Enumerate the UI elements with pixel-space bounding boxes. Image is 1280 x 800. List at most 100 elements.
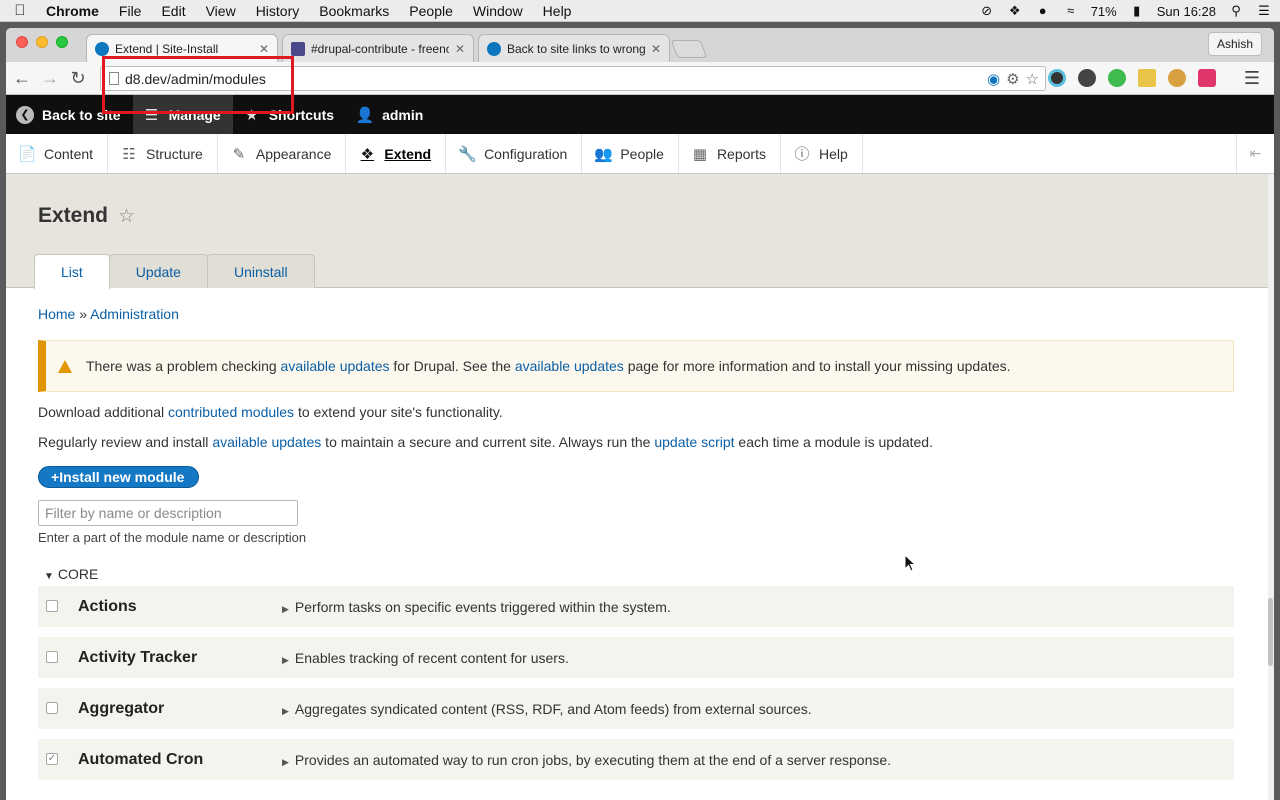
chrome-menu-icon[interactable]: ☰: [1244, 68, 1260, 89]
tab-close-icon[interactable]: ✕: [455, 42, 465, 56]
url-input[interactable]: [125, 69, 965, 88]
admin-menu-extend[interactable]: ❖ Extend: [346, 134, 447, 173]
admin-menu-label: Content: [44, 145, 94, 162]
star-icon: ★: [244, 106, 259, 124]
tab-uninstall[interactable]: Uninstall: [206, 254, 315, 288]
collapse-tray-icon[interactable]: ⇤: [1236, 134, 1274, 173]
page-scrollbar[interactable]: [1268, 174, 1274, 800]
module-description[interactable]: ▶ Provides an automated way to run cron j…: [282, 752, 891, 768]
breadcrumb-home-link[interactable]: Home: [38, 306, 75, 322]
module-checkbox[interactable]: [46, 600, 58, 612]
menu-bookmarks[interactable]: Bookmarks: [309, 3, 399, 19]
cookie-extension-icon[interactable]: [1168, 69, 1186, 87]
clock[interactable]: Sun 16:28: [1157, 4, 1216, 19]
contributed-modules-link[interactable]: contributed modules: [168, 404, 294, 420]
chat-bubble-icon[interactable]: ●: [1035, 4, 1051, 18]
module-description-text: Aggregates syndicated content (RSS, RDF,…: [294, 700, 812, 717]
back-to-site-link[interactable]: ❮ Back to site: [6, 95, 133, 134]
module-row-activity-tracker: Activity Tracker ▶ Enables tracking of re…: [38, 637, 1234, 678]
core-section-toggle[interactable]: ▼ CORE: [44, 566, 98, 582]
admin-menu-structure[interactable]: ☷ Structure: [108, 134, 218, 173]
module-description[interactable]: ▶ Enables tracking of recent content for …: [282, 650, 569, 666]
module-description[interactable]: ▶ Perform tasks on specific events trigge…: [282, 599, 671, 615]
browser-tab-irc[interactable]: #drupal-contribute - freenc ✕: [282, 34, 474, 62]
available-updates-link-2[interactable]: available updates: [212, 434, 321, 450]
menu-app-chrome[interactable]: Chrome: [40, 3, 109, 19]
warning-message: There was a problem checking available u…: [38, 340, 1234, 392]
page-header: Extend ☆ List Update Uninstall: [6, 174, 1268, 289]
available-updates-link[interactable]: available updates: [281, 358, 390, 374]
admin-menu-reports[interactable]: ▦ Reports: [679, 134, 781, 173]
shortcuts-tab[interactable]: ★ Shortcuts: [233, 95, 346, 134]
minimize-window-button[interactable]: [36, 36, 48, 48]
recorder-extension-icon[interactable]: [1198, 69, 1216, 87]
close-window-button[interactable]: [16, 36, 28, 48]
forward-arrow-icon[interactable]: →: [40, 68, 60, 88]
admin-menu-appearance[interactable]: ✎ Appearance: [218, 134, 347, 173]
new-tab-button[interactable]: [670, 40, 708, 58]
bookmark-star-icon[interactable]: ☆: [1026, 70, 1039, 88]
wrench-icon: 🔧: [458, 145, 477, 163]
structure-icon: ☷: [122, 145, 136, 163]
menu-window[interactable]: Window: [463, 3, 533, 19]
module-filter-input[interactable]: [38, 500, 298, 526]
module-description[interactable]: ▶ Aggregates syndicated content (RSS, RDF…: [282, 701, 812, 717]
module-name[interactable]: Actions: [78, 598, 137, 616]
manage-tab[interactable]: ☰ Manage: [132, 95, 233, 134]
text-part: each time a module is updated.: [734, 434, 933, 450]
admin-menu-content[interactable]: 📄 Content: [6, 134, 109, 173]
do-not-disturb-icon[interactable]: ⊘: [979, 4, 995, 18]
admin-menu-people[interactable]: 👥 People: [582, 134, 679, 173]
menu-view[interactable]: View: [196, 3, 246, 19]
module-checkbox[interactable]: [46, 651, 58, 663]
page-body: Extend ☆ List Update Uninstall Home » Ad…: [6, 174, 1268, 800]
module-name[interactable]: Aggregator: [78, 700, 164, 718]
menu-help[interactable]: Help: [533, 3, 582, 19]
apple-icon[interactable]: : [0, 2, 40, 19]
admin-menu-help[interactable]: ⓘ Help: [781, 134, 863, 173]
drupal-extension-icon[interactable]: ◉: [987, 70, 1000, 88]
status-area: ⊘ ❖ ● ≈ 71% ▮ Sun 16:28 ⚲ ☰: [979, 0, 1272, 22]
shortcuts-label: Shortcuts: [268, 106, 335, 123]
tab-update[interactable]: Update: [108, 254, 208, 288]
notification-center-icon[interactable]: ☰: [1256, 4, 1272, 18]
wifi-icon[interactable]: ≈: [1063, 4, 1079, 18]
color-picker-extension-icon[interactable]: [1048, 69, 1066, 87]
module-description-text: Provides an automated way to run cron jo…: [294, 751, 892, 768]
maximize-window-button[interactable]: [56, 36, 68, 48]
spotlight-search-icon[interactable]: ⚲: [1228, 4, 1244, 18]
settings-gear-icon[interactable]: ⚙: [1006, 70, 1019, 88]
ruler-extension-icon[interactable]: [1138, 69, 1156, 87]
install-new-module-button[interactable]: +Install new module: [38, 466, 200, 488]
module-checkbox-checked[interactable]: ✓: [46, 753, 58, 765]
module-name[interactable]: Automated Cron: [78, 751, 203, 769]
menu-edit[interactable]: Edit: [151, 3, 195, 19]
available-updates-page-link[interactable]: available updates: [515, 358, 624, 374]
battery-icon[interactable]: ▮: [1129, 4, 1145, 18]
reload-icon[interactable]: ↻: [68, 68, 88, 88]
tab-close-icon[interactable]: ✕: [651, 42, 661, 56]
flame-extension-icon[interactable]: [1078, 69, 1096, 87]
browser-tab-extend[interactable]: Extend | Site-Install ✕: [86, 34, 278, 62]
module-name[interactable]: Activity Tracker: [78, 649, 197, 667]
dropbox-icon[interactable]: ❖: [1007, 4, 1023, 18]
drupal-favicon-icon: [487, 41, 501, 56]
tab-list[interactable]: List: [34, 254, 110, 289]
hangouts-extension-icon[interactable]: [1108, 69, 1126, 87]
text-part: Download additional: [38, 404, 168, 420]
address-bar[interactable]: ◉ ⚙ ☆: [100, 66, 1046, 91]
menu-file[interactable]: File: [109, 3, 152, 19]
breadcrumb-administration-link[interactable]: Administration: [90, 306, 179, 322]
module-checkbox[interactable]: [46, 702, 58, 714]
browser-tab-issue[interactable]: Back to site links to wrong ✕: [478, 34, 670, 62]
menu-people[interactable]: People: [399, 3, 463, 19]
admin-menu-configuration[interactable]: 🔧 Configuration: [446, 134, 583, 173]
back-arrow-icon[interactable]: ←: [12, 68, 32, 88]
menu-history[interactable]: History: [246, 3, 310, 19]
shortcut-star-icon[interactable]: ☆: [118, 205, 135, 228]
tab-close-icon[interactable]: ✕: [259, 42, 269, 56]
update-script-link[interactable]: update script: [654, 434, 734, 450]
scrollbar-thumb[interactable]: [1268, 598, 1273, 666]
user-tab[interactable]: 👤 admin: [346, 95, 435, 134]
profile-button[interactable]: Ashish: [1207, 32, 1262, 56]
